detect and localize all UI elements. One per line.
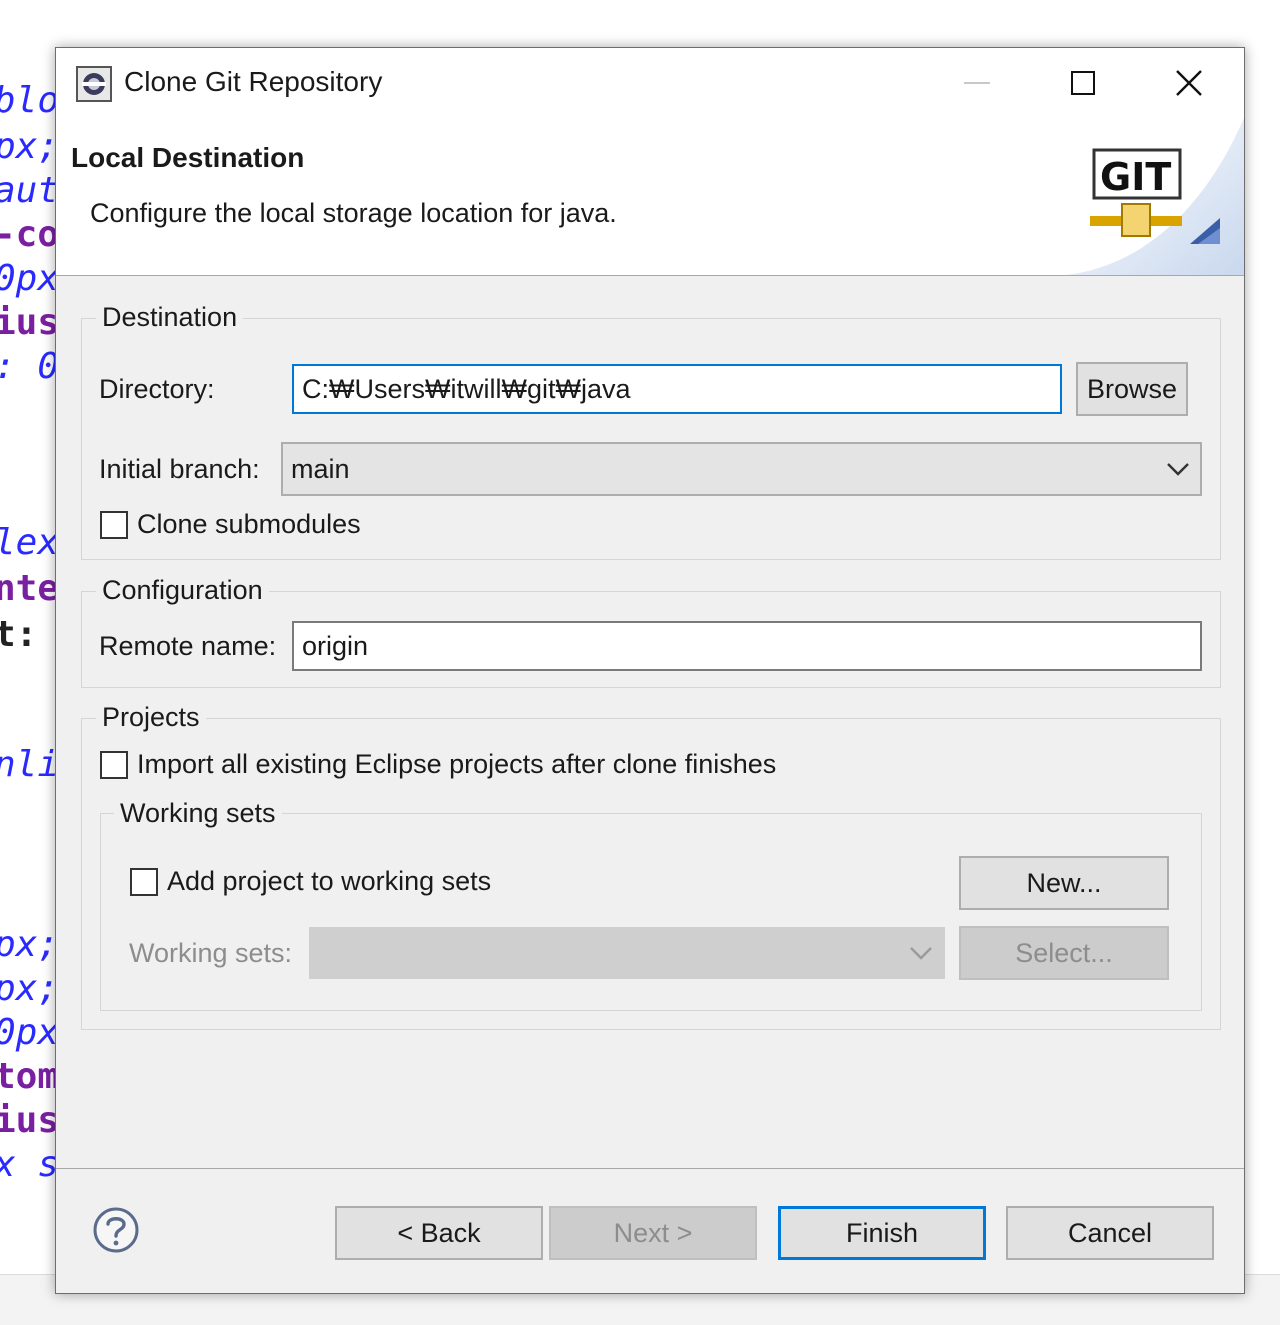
background-code-editor: blo px; aut -co 0px ius : 0 lex nte t: n… <box>0 0 56 1324</box>
minimize-button[interactable] <box>924 48 1030 118</box>
git-logo-text: GIT <box>1100 155 1171 199</box>
code-fragment: ius <box>0 1100 56 1141</box>
code-fragment: 0px <box>0 1012 56 1053</box>
code-fragment: px; <box>0 968 56 1009</box>
code-fragment: t: <box>0 614 38 655</box>
git-logo-icon: GIT <box>1090 148 1220 244</box>
page-description: Configure the local storage location for… <box>90 198 617 228</box>
code-fragment: nli <box>0 744 56 785</box>
close-icon <box>1176 70 1202 96</box>
back-button[interactable]: < Back <box>335 1206 543 1260</box>
import-projects-checkbox[interactable] <box>100 751 128 779</box>
eclipse-app-icon <box>76 66 112 102</box>
destination-legend: Destination <box>96 302 244 333</box>
maximize-button[interactable] <box>1030 48 1136 118</box>
code-fragment: px; <box>0 924 56 965</box>
working-sets-select[interactable] <box>309 927 945 979</box>
initial-branch-label: Initial branch: <box>99 454 260 484</box>
finish-button[interactable]: Finish <box>778 1206 986 1260</box>
code-fragment: nte <box>0 568 56 609</box>
initial-branch-select[interactable]: main <box>281 442 1202 496</box>
initial-branch-value: main <box>291 453 350 484</box>
working-sets-group <box>100 813 1202 1011</box>
code-fragment: -co <box>0 214 56 255</box>
browse-button[interactable]: Browse <box>1076 362 1188 416</box>
clone-submodules-checkbox[interactable] <box>100 511 128 539</box>
code-fragment: blo <box>0 80 56 121</box>
footer-separator <box>56 1168 1244 1169</box>
next-button[interactable]: Next > <box>549 1206 757 1260</box>
import-projects-label[interactable]: Import all existing Eclipse projects aft… <box>137 749 776 780</box>
page-title: Local Destination <box>71 142 305 173</box>
add-to-working-sets-checkbox[interactable] <box>130 868 158 896</box>
window-title: Clone Git Repository <box>124 66 383 97</box>
chevron-down-icon <box>1167 463 1189 476</box>
code-fragment: lex <box>0 522 56 563</box>
code-fragment: px; <box>0 126 56 167</box>
add-to-working-sets-label[interactable]: Add project to working sets <box>167 866 491 897</box>
new-working-set-button[interactable]: New... <box>959 856 1169 910</box>
projects-legend: Projects <box>96 702 206 733</box>
configuration-legend: Configuration <box>96 575 269 606</box>
title-bar[interactable]: Clone Git Repository <box>56 48 1244 118</box>
remote-name-label: Remote name: <box>99 631 277 661</box>
code-fragment: : 0 <box>0 346 56 387</box>
minimize-icon <box>964 82 990 84</box>
wizard-header: GIT Local Destination Configure the loca… <box>56 118 1244 276</box>
clone-git-repository-dialog: Clone Git Repository GIT Local Destinati… <box>55 47 1245 1294</box>
select-working-sets-button[interactable]: Select... <box>959 926 1169 980</box>
code-fragment: aut <box>0 170 56 211</box>
code-fragment: 0px <box>0 258 56 299</box>
chevron-down-icon <box>910 947 932 960</box>
working-sets-label: Working sets: <box>129 938 293 968</box>
cancel-button[interactable]: Cancel <box>1006 1206 1214 1260</box>
close-button[interactable] <box>1136 48 1242 118</box>
working-sets-legend: Working sets <box>114 798 282 829</box>
directory-input[interactable]: C:₩Users₩itwill₩git₩java <box>292 364 1062 414</box>
code-fragment: tom <box>0 1056 56 1097</box>
maximize-icon <box>1071 71 1095 95</box>
help-icon[interactable] <box>92 1206 140 1254</box>
code-fragment: x s <box>0 1144 56 1185</box>
code-fragment: ius <box>0 302 56 343</box>
clone-submodules-label[interactable]: Clone submodules <box>137 509 361 540</box>
remote-name-input[interactable]: origin <box>292 621 1202 671</box>
directory-label: Directory: <box>99 374 215 404</box>
